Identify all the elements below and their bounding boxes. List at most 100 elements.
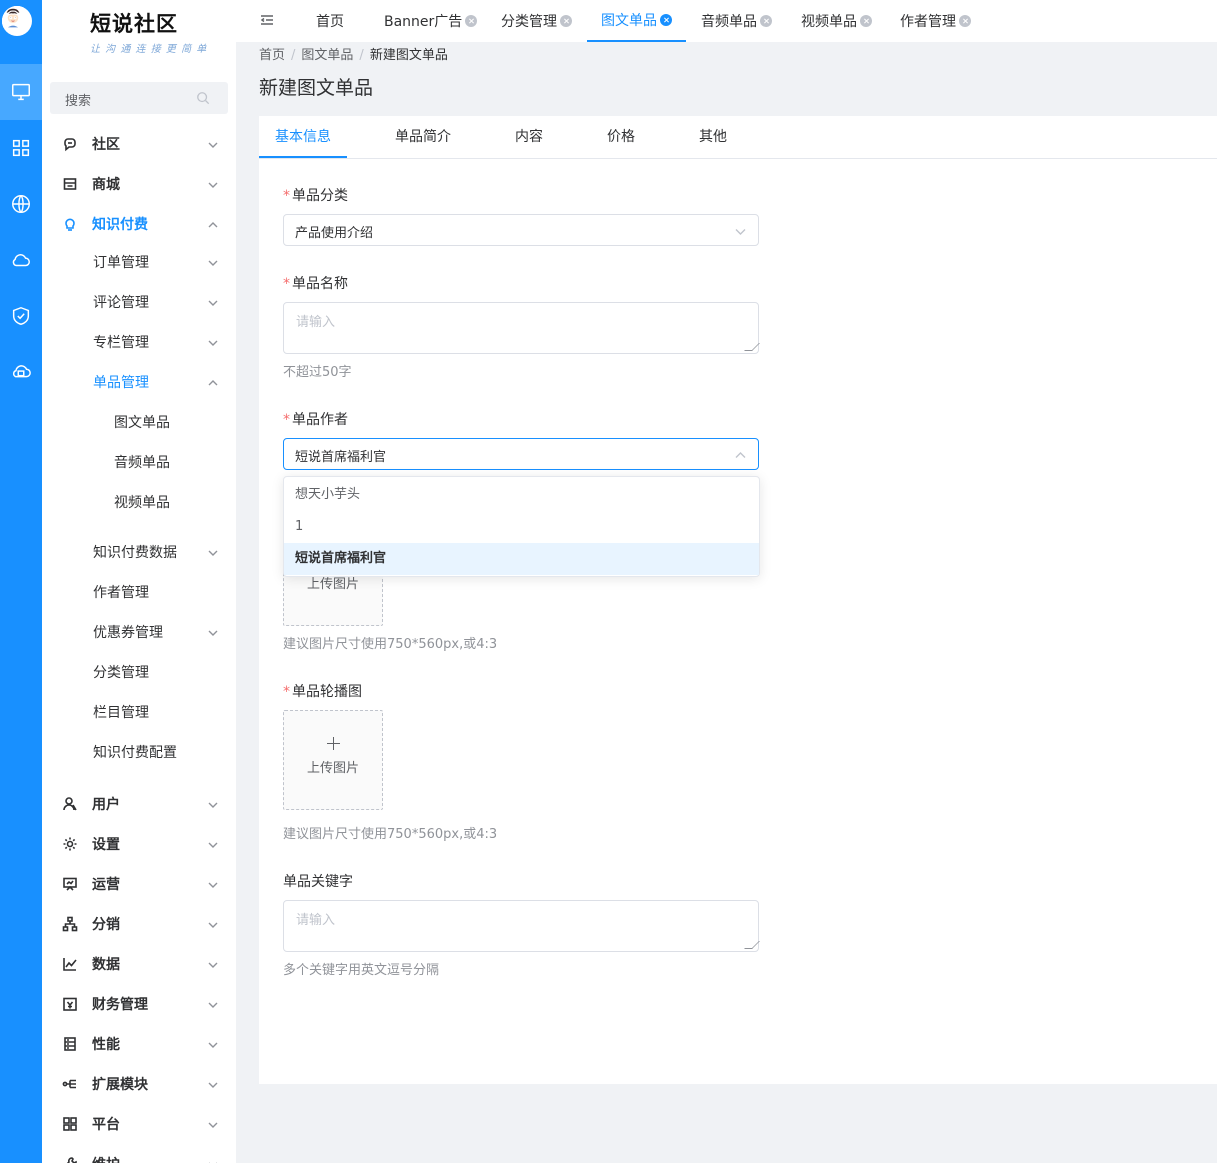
avatar-icon	[2, 6, 25, 29]
tab-price[interactable]: 价格	[607, 116, 635, 159]
tab-content[interactable]: 内容	[515, 116, 543, 159]
sidebar-item-15[interactable]: 知识付费配置	[42, 732, 236, 772]
shop-icon	[62, 176, 78, 192]
form-tabs: 基本信息 单品简介 内容 价格 其他	[259, 116, 1217, 159]
tab-0[interactable]: 首页	[316, 0, 344, 42]
chevron-up-icon	[208, 376, 218, 386]
form-card: 基本信息 单品简介 内容 价格 其他 * 单品分类 产品使用介绍 * 单品名称 请输…	[259, 116, 1217, 1084]
tab-2[interactable]: 分类管理	[501, 0, 572, 42]
sidebar-item-label: 分类管理	[93, 665, 149, 681]
author-value: 短说首席福利官	[295, 450, 387, 465]
breadcrumb-home[interactable]: 首页	[259, 48, 285, 63]
sidebar-item-5[interactable]: 专栏管理	[42, 322, 236, 362]
sidebar-item-4[interactable]: 评论管理	[42, 282, 236, 322]
share-icon	[62, 1076, 78, 1092]
author-option-selected[interactable]: 短说首席福利官	[284, 543, 759, 575]
sidebar-item-7[interactable]: 图文单品	[42, 402, 236, 442]
menu-fold-icon[interactable]	[260, 13, 274, 27]
hierarchy-icon	[62, 916, 78, 932]
sidebar-item-11[interactable]: 作者管理	[42, 572, 236, 612]
chevron-down-icon	[208, 878, 218, 888]
tab-summary[interactable]: 单品简介	[395, 116, 451, 159]
monitor-icon[interactable]	[0, 64, 42, 120]
author-option[interactable]: 1	[284, 511, 759, 543]
finance-icon	[62, 996, 78, 1012]
chevron-up-icon	[735, 449, 746, 460]
required-mark: *	[283, 412, 290, 428]
sidebar-item-label: 知识付费数据	[93, 545, 177, 561]
category-label: * 单品分类	[283, 185, 348, 205]
sidebar-search[interactable]: 搜索	[50, 82, 228, 114]
tab-label: 作者管理	[900, 14, 956, 30]
sidebar-item-label: 视频单品	[114, 495, 170, 511]
breadcrumb-list[interactable]: 图文单品	[301, 48, 353, 63]
sidebar-item-2[interactable]: 知识付费	[42, 204, 236, 244]
apps-icon[interactable]	[0, 120, 42, 176]
close-icon[interactable]	[465, 15, 478, 27]
keywords-input[interactable]: 请输入	[283, 900, 760, 952]
tab-4[interactable]: 音频单品	[701, 0, 772, 42]
cloud-server-icon[interactable]	[0, 344, 42, 400]
chevron-down-icon	[208, 296, 218, 306]
tab-label: 图文单品	[601, 13, 657, 29]
sidebar-item-0[interactable]: 社区	[42, 124, 236, 164]
presentation-icon	[62, 876, 78, 892]
chevron-down-icon	[208, 138, 218, 148]
sidebar-item-label: 栏目管理	[93, 705, 149, 721]
sidebar-item-25[interactable]: 维护	[42, 1144, 236, 1163]
chat-icon	[62, 136, 78, 152]
shield-check-icon[interactable]	[0, 288, 42, 344]
tab-basic-info[interactable]: 基本信息	[275, 116, 331, 159]
author-select[interactable]: 短说首席福利官	[283, 438, 759, 470]
logo[interactable]: 短说社区 让 沟 通 连 接 更 简 单	[42, 0, 236, 64]
sidebar-item-label: 社区	[92, 137, 120, 153]
server-icon	[62, 1036, 78, 1052]
name-label-text: 单品名称	[292, 276, 348, 292]
user-icon	[62, 796, 78, 812]
tab-6[interactable]: 作者管理	[900, 0, 971, 42]
tab-3[interactable]: 图文单品	[587, 0, 686, 42]
sidebar-item-14[interactable]: 栏目管理	[42, 692, 236, 732]
name-input[interactable]: 请输入	[283, 302, 760, 354]
sidebar-item-12[interactable]: 优惠券管理	[42, 612, 236, 652]
sidebar-item-9[interactable]: 视频单品	[42, 482, 236, 522]
sidebar-item-20[interactable]: 数据	[42, 944, 236, 984]
close-icon[interactable]	[660, 14, 672, 26]
sidebar-item-10[interactable]: 知识付费数据	[42, 532, 236, 572]
carousel-upload[interactable]: 上传图片	[283, 710, 383, 810]
tab-other[interactable]: 其他	[699, 116, 727, 159]
close-icon[interactable]	[959, 15, 971, 27]
category-label-text: 单品分类	[292, 188, 348, 204]
sidebar-item-3[interactable]: 订单管理	[42, 242, 236, 282]
close-icon[interactable]	[760, 15, 772, 27]
sidebar-item-18[interactable]: 运营	[42, 864, 236, 904]
resize-grip[interactable]	[744, 343, 760, 351]
sidebar-item-22[interactable]: 性能	[42, 1024, 236, 1064]
close-icon[interactable]	[560, 15, 572, 27]
sidebar-item-8[interactable]: 音频单品	[42, 442, 236, 482]
tab-5[interactable]: 视频单品	[801, 0, 872, 42]
chevron-up-icon	[208, 218, 218, 228]
keywords-label: 单品关键字	[283, 874, 353, 890]
sidebar-item-6[interactable]: 单品管理	[42, 362, 236, 402]
sidebar-item-1[interactable]: 商城	[42, 164, 236, 204]
avatar[interactable]	[2, 6, 32, 36]
author-option[interactable]: 想天小芋头	[284, 479, 759, 511]
sidebar-item-label: 性能	[92, 1037, 120, 1053]
sidebar-item-16[interactable]: 用户	[42, 784, 236, 824]
sidebar-item-17[interactable]: 设置	[42, 824, 236, 864]
plus-icon	[327, 737, 340, 750]
globe-icon[interactable]	[0, 176, 42, 232]
close-icon[interactable]	[860, 15, 872, 27]
cloud-icon[interactable]	[0, 232, 42, 288]
sidebar-item-19[interactable]: 分销	[42, 904, 236, 944]
sidebar-item-label: 数据	[92, 957, 120, 973]
sidebar-item-24[interactable]: 平台	[42, 1104, 236, 1144]
sidebar-item-label: 分销	[92, 917, 120, 933]
resize-grip[interactable]	[744, 941, 760, 949]
category-select[interactable]: 产品使用介绍	[283, 214, 759, 246]
sidebar-item-23[interactable]: 扩展模块	[42, 1064, 236, 1104]
tab-1[interactable]: Banner广告	[384, 0, 478, 42]
sidebar-item-21[interactable]: 财务管理	[42, 984, 236, 1024]
sidebar-item-13[interactable]: 分类管理	[42, 652, 236, 692]
